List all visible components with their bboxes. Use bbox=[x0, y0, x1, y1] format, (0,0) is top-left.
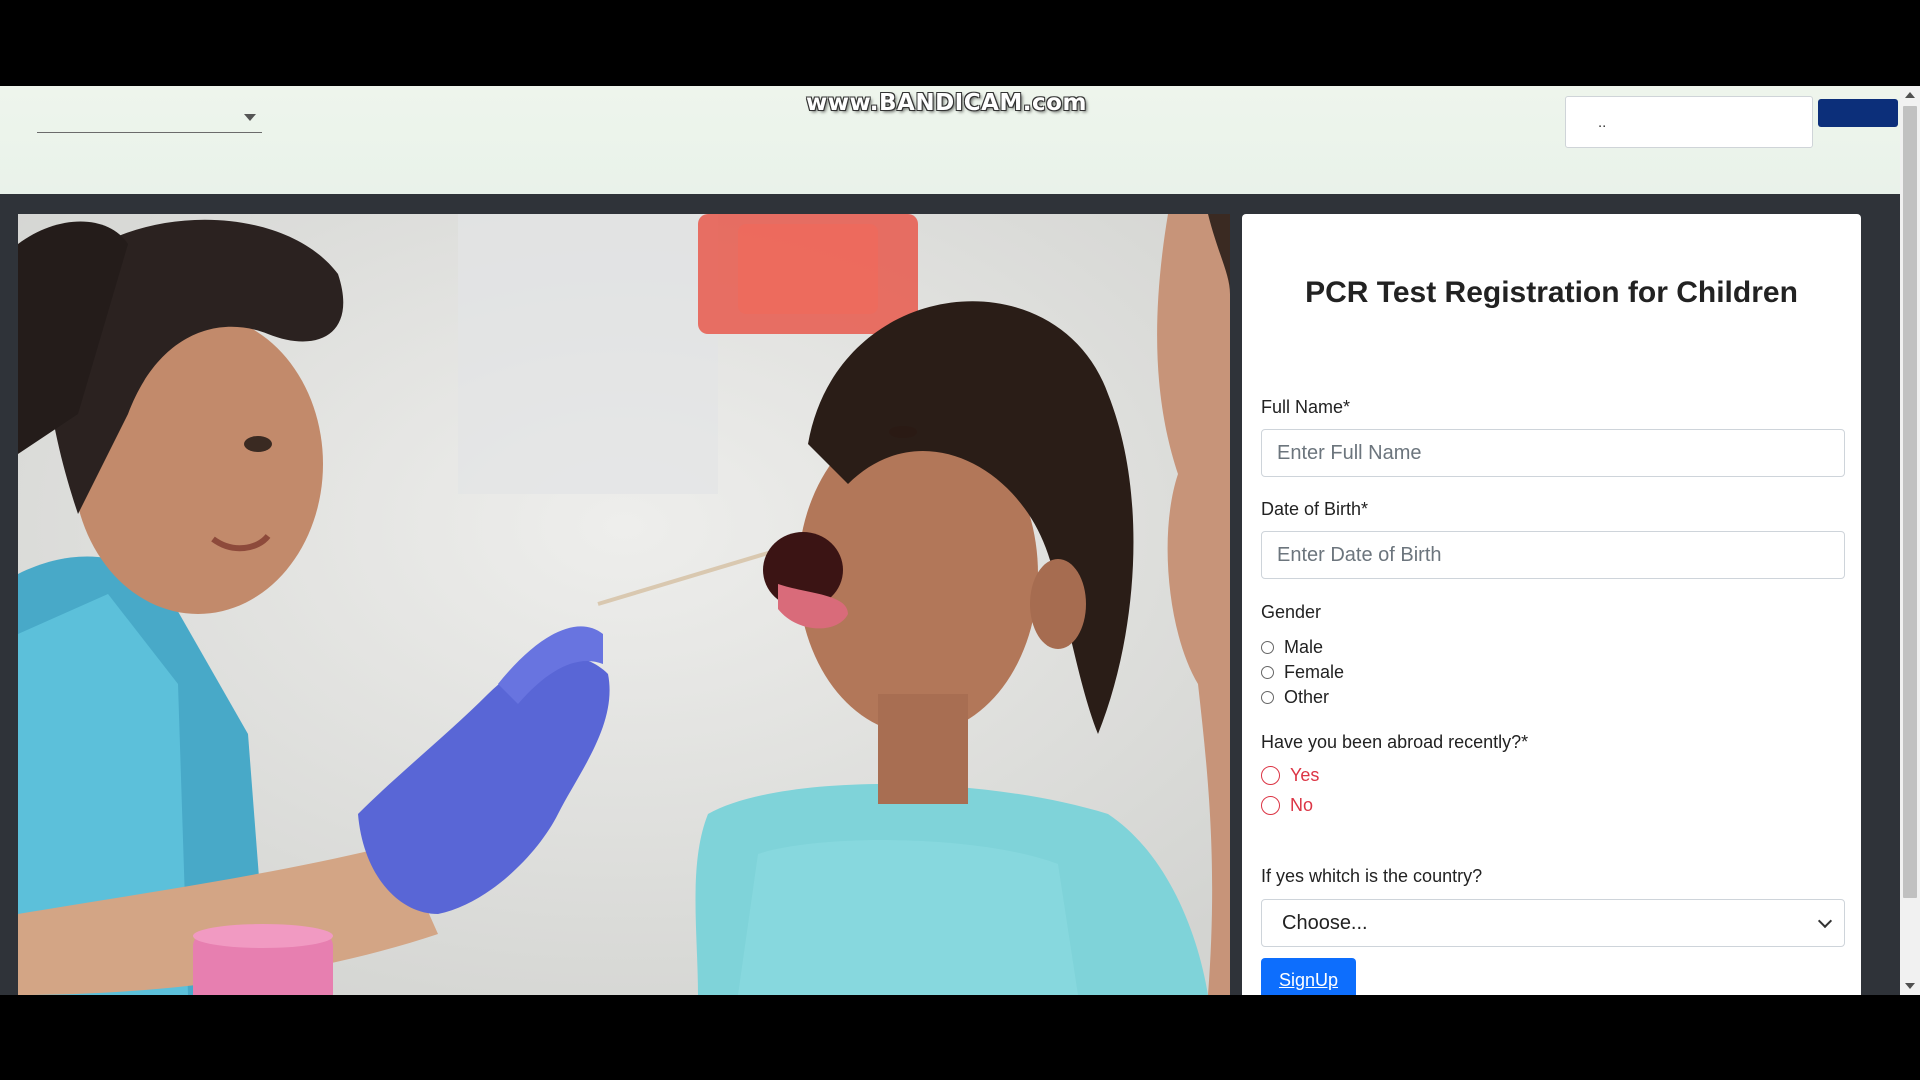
dob-label: Date of Birth* bbox=[1261, 499, 1369, 519]
gender-option-male[interactable]: Male bbox=[1261, 637, 1323, 658]
full-name-input[interactable] bbox=[1261, 429, 1845, 477]
radio-button[interactable] bbox=[1261, 666, 1274, 679]
browser-viewport: www.BANDICAM.com .. PCR Test Registratio… bbox=[0, 86, 1920, 995]
nav-dropdown[interactable] bbox=[37, 102, 262, 133]
full-name-label: Full Name* bbox=[1261, 397, 1351, 417]
recording-watermark: www.BANDICAM.com bbox=[806, 90, 1087, 116]
country-select-value: Choose... bbox=[1282, 911, 1368, 934]
letterbox-bottom bbox=[0, 995, 1920, 1080]
radio-button[interactable] bbox=[1261, 641, 1274, 654]
navbar: www.BANDICAM.com bbox=[0, 86, 1900, 194]
scroll-up-arrow-icon[interactable] bbox=[1905, 92, 1915, 98]
abroad-option-label: No bbox=[1290, 795, 1314, 815]
abroad-option-yes[interactable]: Yes bbox=[1261, 765, 1319, 786]
abroad-option-label: Yes bbox=[1290, 765, 1320, 785]
gender-label: Gender bbox=[1261, 602, 1322, 622]
signup-button[interactable]: SignUp bbox=[1261, 958, 1356, 995]
radio-button[interactable] bbox=[1261, 766, 1280, 785]
scroll-down-arrow-icon[interactable] bbox=[1905, 983, 1915, 989]
form-title: PCR Test Registration for Children bbox=[1305, 276, 1798, 309]
gender-option-label: Other bbox=[1284, 687, 1330, 707]
abroad-label: Have you been abroad recently?* bbox=[1261, 732, 1529, 752]
search-button[interactable] bbox=[1818, 99, 1898, 127]
gender-option-female[interactable]: Female bbox=[1261, 662, 1344, 683]
radio-button[interactable] bbox=[1261, 796, 1280, 815]
country-label: If yes whitch is the country? bbox=[1261, 866, 1483, 886]
scrollbar-thumb[interactable] bbox=[1903, 106, 1917, 898]
gender-option-other[interactable]: Other bbox=[1261, 687, 1329, 708]
search-input[interactable] bbox=[1565, 96, 1813, 148]
radio-button[interactable] bbox=[1261, 691, 1274, 704]
pcr-test-photo bbox=[18, 214, 1230, 995]
letterbox-top bbox=[0, 0, 1920, 86]
gender-option-label: Male bbox=[1284, 637, 1324, 657]
page-scrollbar[interactable] bbox=[1900, 86, 1920, 995]
registration-form: PCR Test Registration for Children Full … bbox=[1242, 214, 1861, 995]
abroad-option-no[interactable]: No bbox=[1261, 795, 1313, 816]
chevron-down-icon bbox=[1817, 913, 1833, 929]
caret-down-icon bbox=[244, 114, 256, 121]
dob-input[interactable] bbox=[1261, 531, 1845, 579]
country-select[interactable]: Choose... bbox=[1261, 899, 1845, 947]
gender-option-label: Female bbox=[1284, 662, 1345, 682]
hero-image bbox=[18, 214, 1230, 995]
